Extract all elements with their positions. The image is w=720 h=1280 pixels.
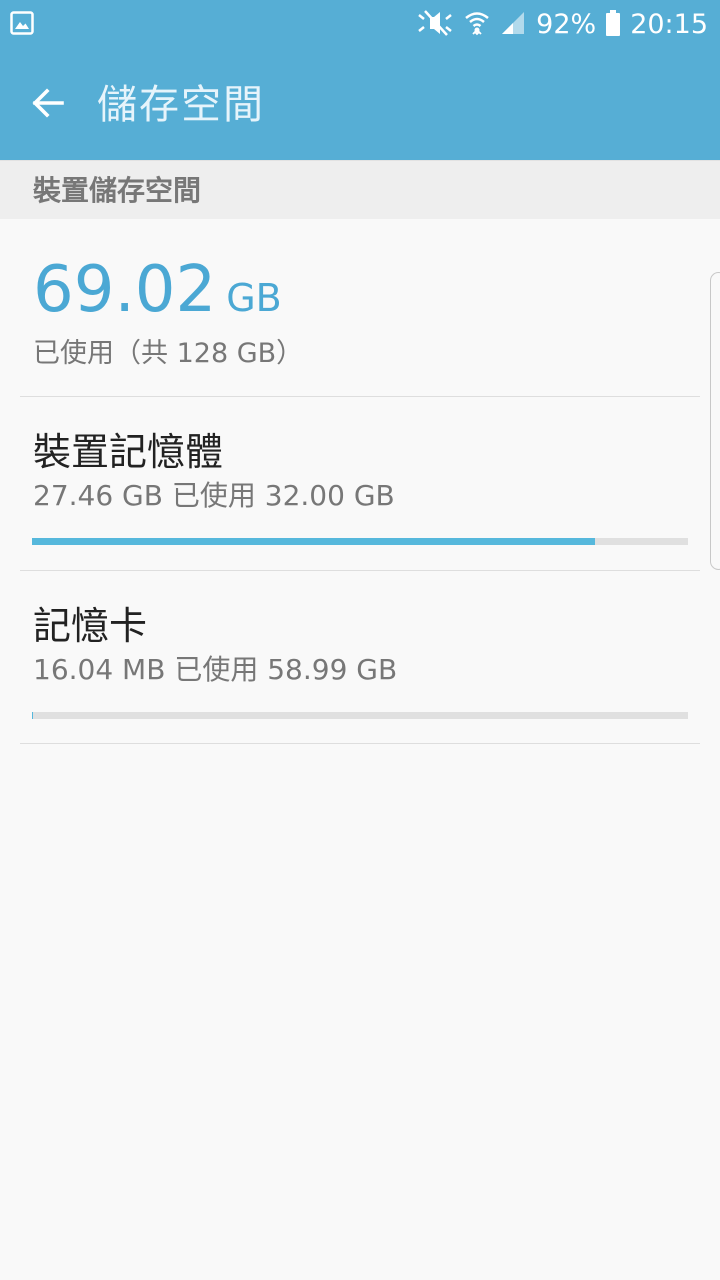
usage-progress-fill <box>32 538 595 545</box>
used-storage-unit: GB <box>226 276 282 320</box>
usage-progress-track <box>32 712 688 719</box>
section-header-label: 裝置儲存空間 <box>33 174 202 207</box>
back-button[interactable] <box>18 75 78 135</box>
wifi-icon <box>464 9 490 41</box>
item-usage: 27.46 GB 已使用 32.00 GB <box>33 479 395 512</box>
mute-icon <box>416 9 454 41</box>
battery-icon <box>606 10 621 40</box>
edge-panel-handle[interactable] <box>710 272 720 570</box>
item-usage: 16.04 MB 已使用 58.99 GB <box>33 653 398 686</box>
list-item-device-memory[interactable]: 裝置記憶體 27.46 GB 已使用 32.00 GB <box>0 398 700 570</box>
divider <box>20 743 700 744</box>
divider <box>20 570 700 571</box>
used-storage-value: 69.02 <box>33 253 217 327</box>
gallery-icon <box>10 11 34 39</box>
clock: 20:15 <box>630 9 708 40</box>
divider <box>20 396 700 397</box>
signal-icon <box>500 10 526 40</box>
storage-summary: 69.02 GB <box>33 252 282 328</box>
item-title: 記憶卡 <box>33 604 148 648</box>
list-item-memory-card[interactable]: 記憶卡 16.04 MB 已使用 58.99 GB <box>0 572 700 744</box>
status-icons: 92% 20:15 <box>416 7 708 43</box>
app-bar: 儲存空間 <box>0 50 720 160</box>
battery-percent: 92% <box>536 9 597 40</box>
section-header: 裝置儲存空間 <box>0 160 720 219</box>
total-storage-text: 已使用（共 128 GB） <box>33 338 304 369</box>
back-arrow-icon <box>31 86 65 124</box>
page-title: 儲存空間 <box>97 82 265 128</box>
item-title: 裝置記憶體 <box>33 430 224 474</box>
status-bar: 92% 20:15 <box>0 0 720 50</box>
usage-progress-track <box>32 538 688 545</box>
